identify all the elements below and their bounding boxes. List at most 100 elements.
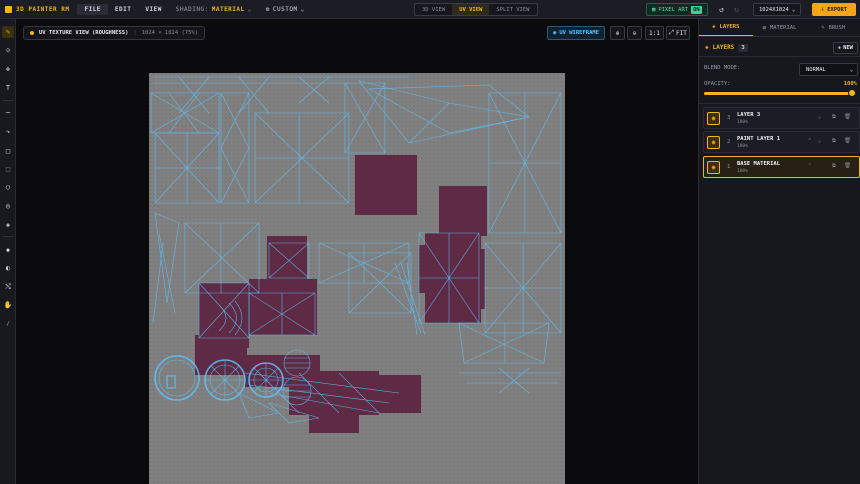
menu-edit[interactable]: EDIT	[108, 4, 138, 15]
layer-row-selected[interactable]: ◉ 1 BASE MATERIAL 100% ⌃ ⧉ 🗑	[703, 156, 860, 178]
pixel-art-label: PIXEL ART	[658, 6, 689, 13]
uv-wireframe-label: UV WIREFRAME	[559, 30, 600, 36]
layer-count-badge: 3	[738, 43, 748, 52]
tab-split-view[interactable]: SPLIT VIEW	[489, 4, 536, 15]
layers-header: ◈ LAYERS 3 + NEW	[699, 39, 860, 57]
line-icon[interactable]: ─	[2, 107, 14, 119]
opacity-value: 100%	[843, 81, 857, 87]
eye-icon[interactable]: ◉	[707, 136, 720, 149]
layers-icon: ◈	[705, 44, 709, 51]
circle-icon[interactable]: ○	[2, 181, 14, 193]
uv-island	[376, 183, 416, 215]
curve-icon[interactable]: ↷	[2, 126, 14, 138]
layer-row[interactable]: ◉ 3 LAYER 3 100% ⌄ ⧉ 🗑	[703, 107, 860, 129]
layer-name: LAYER 3	[737, 112, 761, 118]
custom-label: CUSTOM	[272, 5, 298, 13]
tab-brush[interactable]: ✎ BRUSH	[806, 19, 860, 36]
opacity-slider[interactable]	[704, 89, 856, 97]
stamp-icon[interactable]: ◈	[2, 219, 14, 231]
trash-icon[interactable]: 🗑	[844, 138, 851, 144]
pixel-art-state: ON	[691, 5, 702, 14]
layer-opacity: 100%	[737, 144, 748, 149]
tab-material[interactable]: ◍ MATERIAL	[753, 19, 807, 36]
wireframe-icon: ◉	[553, 30, 557, 36]
panel-tabs: ◈ LAYERS ◍ MATERIAL ✎ BRUSH	[699, 19, 860, 37]
menu-view[interactable]: VIEW	[138, 4, 168, 15]
zoom-out-icon: ⊖	[632, 29, 637, 37]
opacity-label: OPACITY:	[704, 81, 731, 87]
eye-icon[interactable]: ◉	[707, 161, 720, 174]
chevron-up-icon[interactable]: ⌃	[808, 163, 811, 169]
transform-icon[interactable]: ⤭	[2, 281, 14, 293]
zoom-in-icon: ⊕	[615, 29, 620, 37]
layer-row[interactable]: ◉ 2 PAINT LAYER 1 100% ⌃ ⌄ ⧉ 🗑	[703, 131, 860, 153]
resolution-value: 1024X1024	[759, 6, 789, 13]
uv-wireframe-toggle[interactable]: ◉ UV WIREFRAME	[547, 26, 606, 40]
custom-dropdown[interactable]: ⚙ CUSTOM ⌄	[259, 6, 312, 13]
undo-icon[interactable]: ↺	[716, 4, 727, 15]
wire-spokes	[249, 363, 283, 397]
trash-icon[interactable]: 🗑	[844, 114, 851, 120]
chevron-down-icon[interactable]: ⌄	[818, 138, 821, 144]
eraser-icon[interactable]: ◇	[2, 44, 14, 56]
zoom-reset-button[interactable]: 1:1	[645, 26, 664, 40]
brush-icon[interactable]: ✎	[2, 26, 14, 38]
blend-mode-value: NORMAL	[806, 66, 826, 73]
viewport-dims: 1024 × 1024 (75%)	[141, 30, 199, 36]
circle-select-icon[interactable]: ◎	[2, 200, 14, 212]
tab-layers[interactable]: ◈ LAYERS	[699, 19, 753, 36]
new-layer-label: NEW	[843, 45, 853, 51]
layer-index: 2	[727, 139, 731, 145]
eye-icon[interactable]: ◉	[707, 112, 720, 125]
tab-uv-view[interactable]: UV VIEW	[452, 4, 490, 15]
hand-icon[interactable]: ✋	[2, 299, 14, 311]
shading-dropdown[interactable]: SHADING: MATERIAL ⌄	[169, 6, 259, 13]
chevron-down-icon[interactable]: ⌄	[818, 114, 821, 120]
app-brand: 3D PAINTER RM	[0, 5, 77, 13]
resolution-dropdown[interactable]: 1024X1024 ⌄	[753, 3, 802, 16]
tool-sidebar: ✎ ◇ ✥ T ─ ↷ □ ⬚ ○ ◎ ◈ ◆ ◐ ⤭ ✋ ⁄	[0, 19, 16, 484]
rect-select-icon[interactable]: ⬚	[2, 163, 14, 175]
duplicate-icon[interactable]: ⧉	[832, 163, 836, 170]
viewport-title: UV TEXTURE VIEW (ROUGHNESS)	[39, 30, 129, 36]
uv-island	[195, 335, 247, 375]
tab-3d-view[interactable]: 3D VIEW	[415, 4, 452, 15]
zoom-out-button[interactable]: ⊖	[627, 26, 642, 40]
text-icon[interactable]: T	[2, 82, 14, 94]
fit-button[interactable]: ⤢ FIT	[666, 26, 690, 40]
trash-icon[interactable]: 🗑	[844, 163, 851, 169]
redo-icon[interactable]: ↻	[731, 4, 742, 15]
wire-island	[154, 132, 220, 204]
rect-icon[interactable]: □	[2, 145, 14, 157]
export-label: EXPORT	[827, 6, 848, 13]
view-mode-tabs: 3D VIEW UV VIEW SPLIT VIEW	[414, 3, 538, 16]
chevron-up-icon[interactable]: ⌃	[808, 138, 811, 144]
blend-mode-select[interactable]: NORMAL ⌄	[799, 63, 858, 76]
uv-island	[309, 385, 359, 433]
opacity-slider-thumb[interactable]	[848, 89, 856, 97]
duplicate-icon[interactable]: ⧉	[832, 114, 836, 121]
new-layer-button[interactable]: + NEW	[832, 42, 858, 54]
menu-file[interactable]: FILE	[77, 3, 108, 15]
eyedropper-icon[interactable]: ⁄	[2, 318, 14, 330]
layer-index: 3	[727, 115, 731, 121]
chevron-down-icon: ⌄	[247, 5, 252, 13]
brush-icon: ✎	[821, 24, 825, 31]
opacity-slider-fill	[704, 92, 856, 95]
chevron-down-icon: ⌄	[791, 6, 796, 13]
duplicate-icon[interactable]: ⧉	[832, 138, 836, 145]
layer-opacity: 100%	[737, 120, 748, 125]
export-button[interactable]: ⇩ EXPORT	[812, 3, 856, 16]
pixel-art-toggle[interactable]: ▦ PIXEL ART ON	[646, 3, 708, 16]
panel-divider	[699, 103, 860, 104]
uv-texture-canvas[interactable]	[149, 73, 565, 484]
fill-icon[interactable]: ✥	[2, 63, 14, 75]
uv-island	[419, 245, 437, 293]
bucket-icon[interactable]: ◆	[2, 244, 14, 256]
zoom-in-button[interactable]: ⊕	[610, 26, 625, 40]
gear-icon: ⚙	[265, 5, 270, 13]
uv-island	[439, 186, 487, 236]
smudge-icon[interactable]: ◐	[2, 262, 14, 274]
wire-island	[488, 92, 562, 234]
wire-island	[484, 242, 562, 334]
